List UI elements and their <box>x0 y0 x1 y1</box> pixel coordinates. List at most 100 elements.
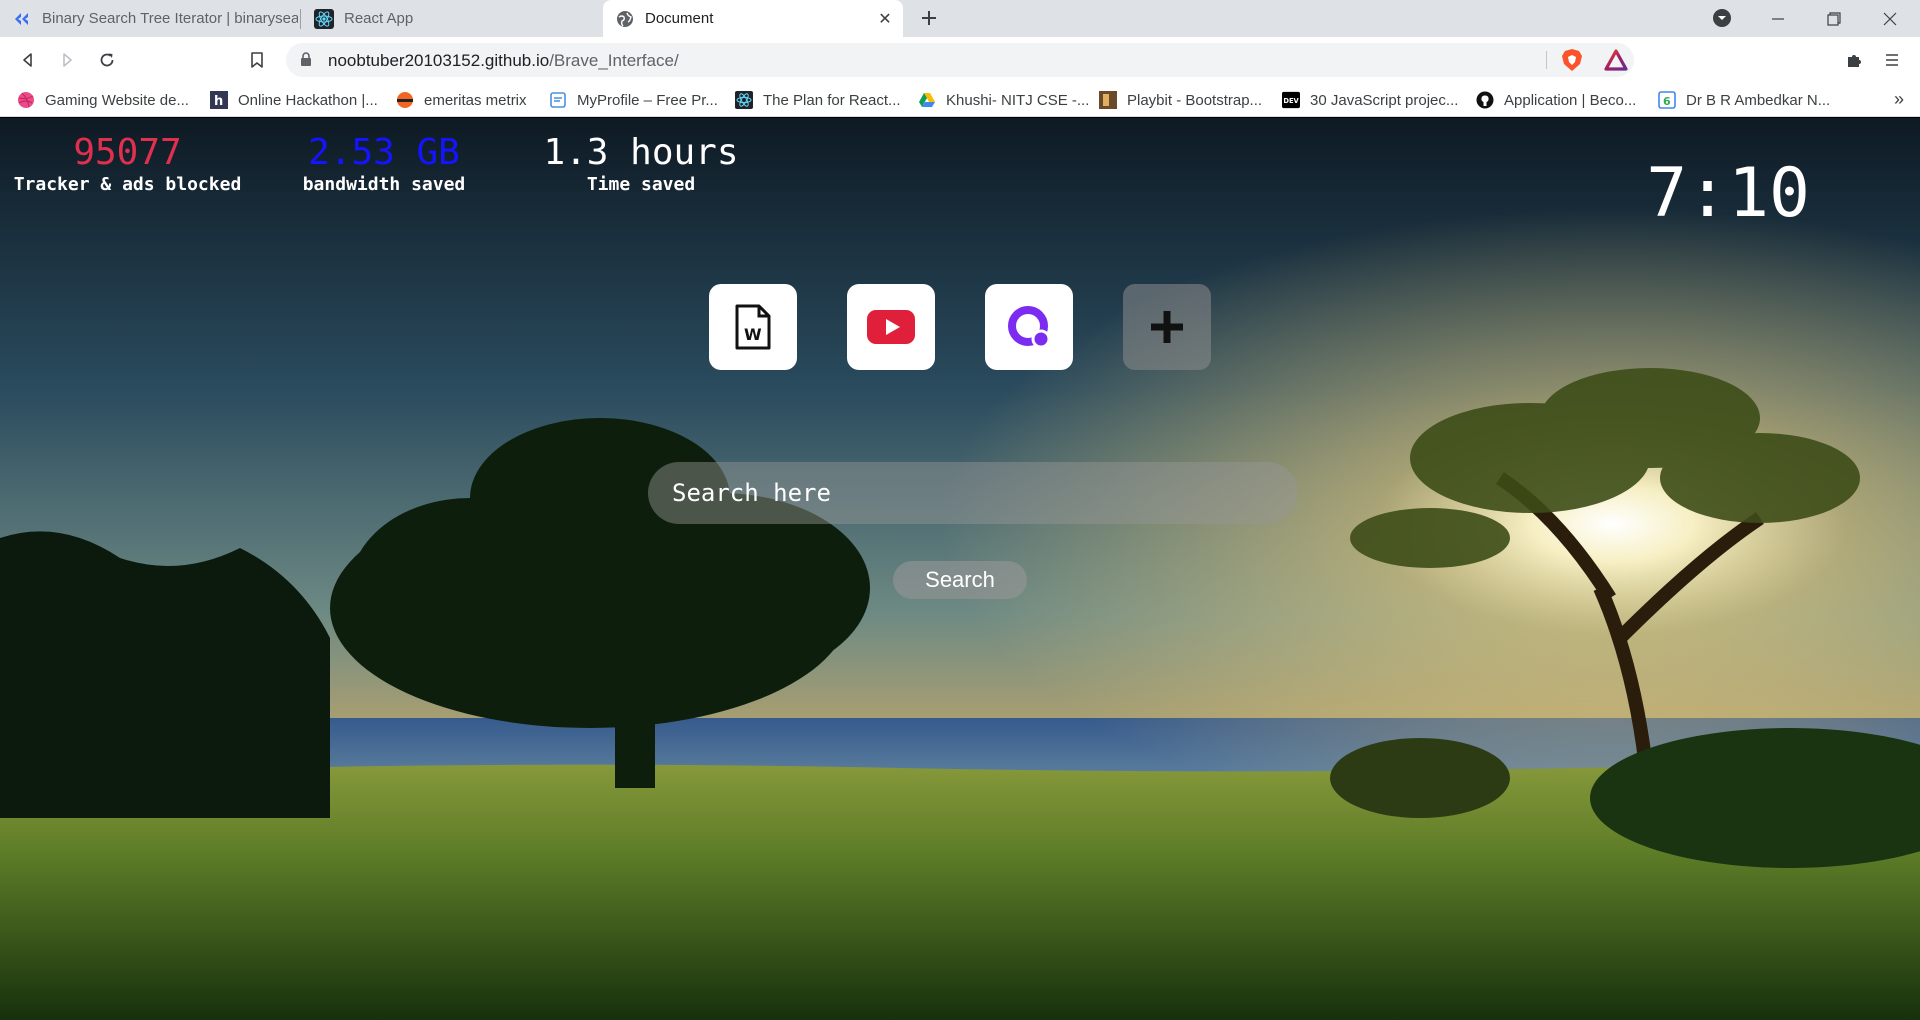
lock-icon <box>301 52 311 66</box>
github-icon <box>1476 91 1494 109</box>
dribbble-icon <box>17 91 35 109</box>
hackerearth-icon: h <box>210 91 228 109</box>
new-tab-page: 95077 Tracker & ads blocked 2.53 GB band… <box>0 118 1920 1020</box>
svg-text:DEV: DEV <box>1283 97 1299 105</box>
tab-document[interactable]: Document ✕ <box>603 0 903 37</box>
bookmark-icon <box>251 52 263 68</box>
url-text: noobtuber20103152.github.io/Brave_Interf… <box>328 51 679 71</box>
globe-icon <box>617 10 633 27</box>
bookmark-item[interactable]: emeritas metrix <box>396 83 527 117</box>
forward-button[interactable] <box>52 45 82 75</box>
bookmark-item[interactable]: Gaming Website de... <box>17 83 189 117</box>
page-icon <box>549 91 567 109</box>
time-saved-label: Time saved <box>586 174 696 195</box>
bookmark-label: The Plan for React... <box>763 91 901 109</box>
minimize-icon <box>1772 17 1784 20</box>
bookmark-label: Dr B R Ambedkar N... <box>1686 91 1831 109</box>
bookmark-item[interactable]: h Online Hackathon |... <box>210 83 378 117</box>
bookmark-item[interactable]: The Plan for React... <box>735 83 901 117</box>
bandwidth-saved-stat: 2.53 GB bandwidth saved <box>290 132 478 196</box>
forward-arrow-icon <box>63 53 72 67</box>
brave-rewards-icon[interactable] <box>1604 49 1628 71</box>
quora-icon <box>1008 306 1051 349</box>
extensions-button[interactable] <box>1839 45 1869 75</box>
hamburger-menu-icon <box>1886 54 1898 66</box>
reload-icon <box>100 53 114 67</box>
bookmark-item[interactable]: Application | Beco... <box>1476 83 1636 117</box>
bookmark-label: Application | Beco... <box>1504 91 1637 109</box>
playbit-icon <box>1099 91 1117 109</box>
back-arrow-icon <box>23 53 32 67</box>
tab-title: React App <box>344 10 414 27</box>
add-shortcut-button[interactable] <box>1123 284 1211 370</box>
google-sites-icon: 6 <box>1658 91 1676 109</box>
address-bar[interactable]: noobtuber20103152.github.io/Brave_Interf… <box>286 43 1634 77</box>
youtube-icon <box>867 310 915 344</box>
dev-icon: DEV <box>1282 91 1300 109</box>
bookmark-label: Khushi- NITJ CSE -... <box>946 91 1090 109</box>
minimize-button[interactable] <box>1750 0 1806 37</box>
search-button[interactable]: Search <box>893 561 1027 599</box>
trackers-blocked-label: Tracker & ads blocked <box>13 174 242 195</box>
search-input[interactable] <box>648 462 1298 524</box>
bookmark-item[interactable]: MyProfile – Free Pr... <box>549 83 718 117</box>
tab-binary-search[interactable]: Binary Search Tree Iterator | binarysea <box>0 0 298 37</box>
back-button[interactable] <box>13 45 43 75</box>
add-icon <box>1151 311 1183 343</box>
tab-search-button[interactable] <box>1710 6 1734 30</box>
tab-react-app[interactable]: React App <box>302 0 600 37</box>
bookmark-item[interactable]: DEV 30 JavaScript projec... <box>1282 83 1458 117</box>
new-tab-button[interactable] <box>915 4 943 32</box>
svg-text:6: 6 <box>1663 95 1671 108</box>
shortcut-word[interactable]: W <box>709 284 797 370</box>
react-favicon-icon <box>314 8 334 29</box>
close-icon <box>1883 12 1897 25</box>
restore-button[interactable] <box>1806 0 1862 37</box>
svg-text:W: W <box>744 325 762 344</box>
tab-title: Binary Search Tree Iterator | binarysea <box>42 10 298 27</box>
toolbar: noobtuber20103152.github.io/Brave_Interf… <box>0 37 1920 83</box>
bandwidth-saved-label: bandwidth saved <box>302 174 466 195</box>
bookmark-label: 30 JavaScript projec... <box>1310 91 1459 109</box>
clock: 7:10 <box>1646 154 1810 233</box>
trackers-blocked-count: 95077 <box>73 132 182 173</box>
google-drive-icon <box>918 91 936 109</box>
bandwidth-saved-value: 2.53 GB <box>308 132 460 173</box>
bookmark-item[interactable]: Playbit - Bootstrap... <box>1099 83 1262 117</box>
bookmark-label: Gaming Website de... <box>45 91 189 109</box>
bookmarks-bar: Gaming Website de... h Online Hackathon … <box>0 83 1920 117</box>
chevron-down-circle-icon <box>1713 9 1731 27</box>
shortcut-quora[interactable] <box>985 284 1073 370</box>
brave-shield-icon[interactable] <box>1561 48 1583 72</box>
tab-strip: Binary Search Tree Iterator | binarysea … <box>0 0 1920 37</box>
bookmark-label: Playbit - Bootstrap... <box>1127 91 1263 109</box>
reload-button[interactable] <box>92 45 122 75</box>
trackers-blocked-stat: 95077 Tracker & ads blocked <box>10 132 245 196</box>
tab-separator <box>300 9 301 29</box>
close-window-button[interactable] <box>1862 0 1918 37</box>
emeritas-icon <box>396 91 414 109</box>
bookmark-label: emeritas metrix <box>424 91 527 109</box>
svg-text:h: h <box>214 94 223 109</box>
bookmark-item[interactable]: 6 Dr B R Ambedkar N... <box>1658 83 1830 117</box>
word-doc-icon: W <box>735 304 771 350</box>
bookmark-label: Online Hackathon |... <box>238 91 378 109</box>
puzzle-icon <box>1848 55 1861 67</box>
react-icon <box>735 91 753 109</box>
plus-icon <box>922 11 936 25</box>
bookmark-item[interactable]: Khushi- NITJ CSE -... <box>918 83 1089 117</box>
tab-title: Document <box>645 10 714 27</box>
time-saved-stat: 1.3 hours Time saved <box>535 132 747 196</box>
url-host: noobtuber20103152.github.io <box>328 51 550 70</box>
restore-icon <box>1827 11 1841 26</box>
more-bookmarks-icon[interactable]: » <box>1894 89 1904 110</box>
url-path: /Brave_Interface/ <box>549 51 679 70</box>
shortcut-youtube[interactable] <box>847 284 935 370</box>
omnibox-divider <box>1546 51 1547 69</box>
close-tab-icon[interactable]: ✕ <box>875 9 895 29</box>
bookmark-button[interactable] <box>242 45 272 75</box>
bookmark-label: MyProfile – Free Pr... <box>577 91 718 109</box>
time-saved-value: 1.3 hours <box>543 132 739 173</box>
binarysearch-favicon-icon <box>15 12 28 25</box>
menu-button[interactable] <box>1877 45 1907 75</box>
